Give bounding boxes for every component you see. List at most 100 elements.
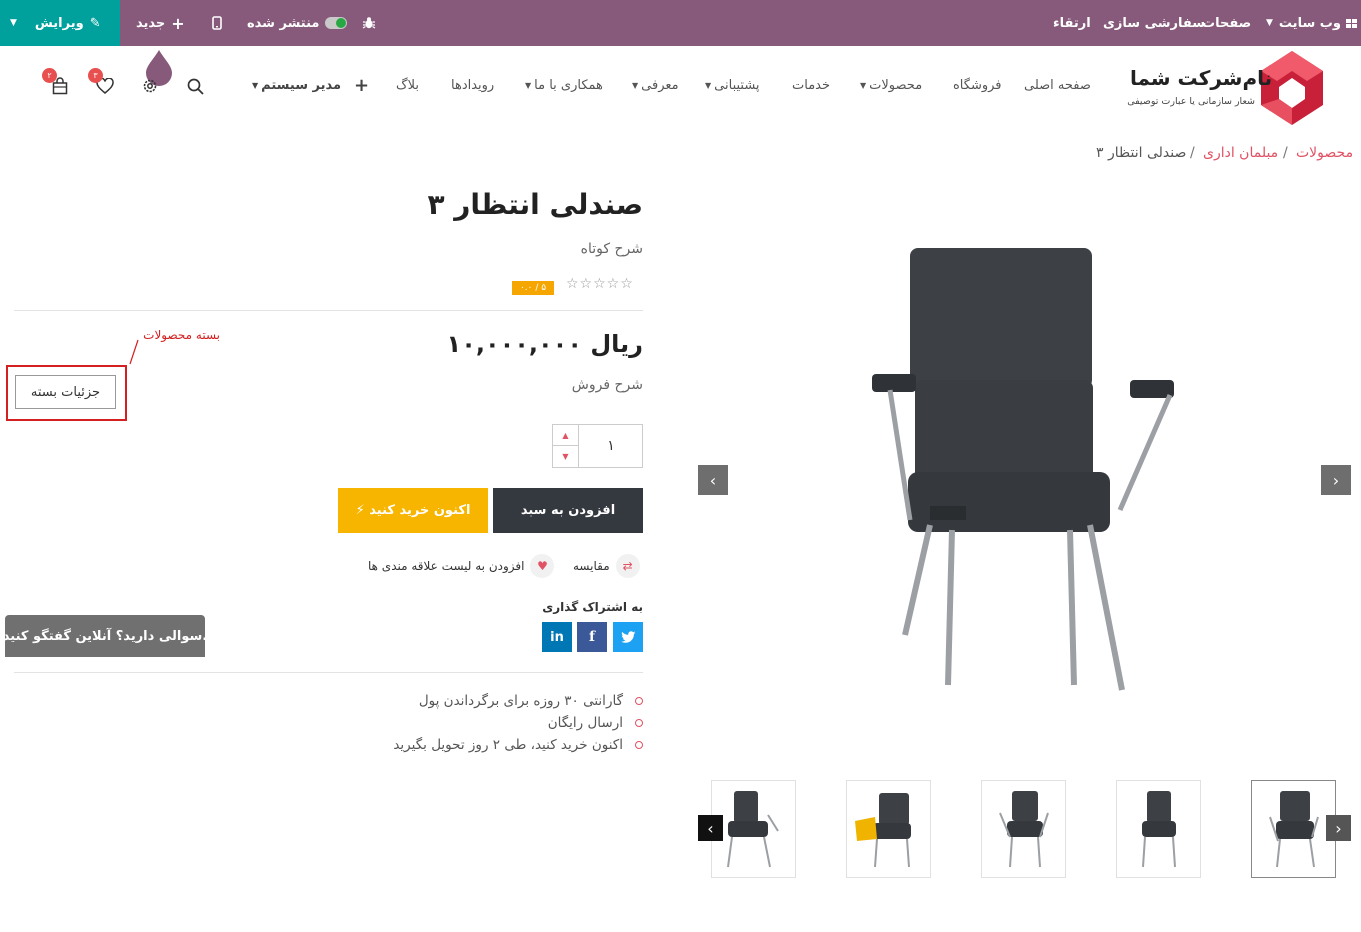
toggle-switch-icon: [325, 17, 348, 29]
caret-down-icon: ▼: [525, 80, 532, 90]
thumbnail-image: [999, 791, 1049, 868]
nav-label: بلاگ: [396, 77, 420, 93]
facebook-share-button[interactable]: f: [577, 622, 607, 652]
gallery-next-button[interactable]: ›: [1321, 465, 1351, 495]
pages-menu[interactable]: صفحات: [1202, 0, 1251, 46]
gallery-thumbnail[interactable]: [846, 780, 931, 878]
nav-label: پشتیبانی: [714, 77, 760, 93]
nav-label: صفحه اصلی: [1024, 77, 1091, 93]
add-to-wishlist-button[interactable]: افزودن به لیست علاقه مندی ها ♥: [368, 554, 555, 578]
nav-label: فروشگاه: [953, 77, 1002, 93]
nav-intro[interactable]: ▼ معرفی: [632, 74, 679, 96]
heart-icon: ♥: [530, 554, 555, 578]
buy-now-button[interactable]: ⚡ اکنون خرید کنید: [338, 488, 488, 533]
quantity-arrows: ▲ ▼: [553, 425, 579, 467]
nav-products[interactable]: ▼ محصولات: [860, 74, 922, 96]
sale-description: شرح فروش: [571, 377, 643, 393]
facebook-icon: f: [588, 629, 596, 645]
bullet-circle-icon: [635, 719, 643, 727]
nav-label: رویدادها: [451, 77, 495, 93]
nav-events[interactable]: رویدادها: [451, 74, 494, 96]
thumbnail-image: [855, 793, 911, 868]
compare-label: مقایسه: [573, 559, 610, 573]
bullet-circle-icon: [635, 741, 643, 749]
new-button[interactable]: جدید +: [136, 0, 185, 46]
nav-shop[interactable]: فروشگاه: [953, 74, 1002, 96]
wishlist-label: افزودن به لیست علاقه مندی ها: [368, 559, 525, 573]
caret-down-icon: ▼: [860, 80, 867, 90]
published-label: منتشر شده: [247, 15, 320, 31]
wishlist-button[interactable]: ۳: [88, 68, 117, 98]
debug-button[interactable]: [362, 0, 376, 46]
nav-home[interactable]: صفحه اصلی: [1024, 74, 1091, 96]
pages-label: صفحات: [1202, 15, 1252, 31]
edit-button[interactable]: ▼ ویرایش ✎: [0, 0, 120, 46]
breadcrumb-category[interactable]: مبلمان اداری: [1203, 145, 1278, 161]
thumbnail-image: [1269, 791, 1319, 868]
nav-services[interactable]: خدمات: [792, 74, 830, 96]
pencil-icon: ✎: [89, 15, 101, 31]
caret-down-icon: ▼: [1266, 18, 1273, 28]
caret-down-icon: ▼: [632, 80, 639, 90]
linkedin-icon: in: [550, 629, 564, 645]
nav-admin-user[interactable]: ▼ مدیر سیستم: [252, 74, 341, 96]
nav-cooperate[interactable]: ▼ همکاری با ما: [525, 74, 603, 96]
mobile-icon: [212, 16, 222, 30]
decrement-arrow-icon[interactable]: ▼: [553, 446, 578, 467]
nav-blog[interactable]: بلاگ: [396, 74, 419, 96]
bullet-circle-icon: [635, 697, 643, 705]
publish-toggle[interactable]: منتشر شده: [247, 0, 348, 46]
divider: [14, 672, 643, 673]
chevron-right-icon: ›: [1332, 470, 1340, 490]
new-label: جدید: [136, 15, 166, 31]
bundle-details-button[interactable]: جزئیات بسته: [15, 375, 116, 409]
thumbnails-next-button[interactable]: ›: [1326, 815, 1351, 841]
product-main-image[interactable]: [860, 240, 1190, 710]
gear-icon: [143, 79, 157, 93]
upgrade-menu[interactable]: ارتقاء: [1053, 0, 1091, 46]
nav-label: محصولات: [869, 77, 923, 93]
plus-icon: +: [171, 13, 185, 33]
rating-stars-icon[interactable]: ☆☆☆☆☆: [566, 276, 634, 292]
mobile-preview-button[interactable]: [212, 0, 222, 46]
caret-down-icon: ▼: [252, 80, 259, 90]
twitter-share-button[interactable]: [613, 622, 643, 652]
add-menu-item-button[interactable]: +: [354, 75, 369, 96]
chevron-left-icon: ‹: [707, 818, 714, 838]
chevron-left-icon: ‹: [709, 470, 717, 490]
customize-menu[interactable]: سفارشی سازی: [1103, 0, 1205, 46]
nav-label: همکاری با ما: [534, 77, 603, 93]
nav-support[interactable]: ▼ پشتیبانی: [705, 74, 760, 96]
quantity-input[interactable]: [580, 425, 642, 467]
increment-arrow-icon[interactable]: ▲: [553, 425, 578, 446]
grid-icon: [1345, 18, 1357, 28]
gallery-thumbnail[interactable]: [1251, 780, 1336, 878]
search-button[interactable]: [183, 74, 207, 98]
thumbnails-prev-button[interactable]: ‹: [698, 815, 723, 841]
nav-label: معرفی: [641, 77, 679, 93]
website-label: وب سایت: [1278, 15, 1341, 31]
edit-label: ویرایش: [34, 15, 84, 31]
upgrade-label: ارتقاء: [1053, 15, 1091, 31]
website-menu[interactable]: ▼ وب سایت: [1266, 0, 1357, 46]
list-item: گارانتی ۳۰ روزه برای برگرداندن پول: [300, 690, 643, 712]
add-to-cart-button[interactable]: افزودن به سبد: [493, 488, 643, 533]
theme-settings-button[interactable]: [138, 74, 162, 98]
list-item: اکنون خرید کنید، طی ۲ روز تحویل بگیرید: [300, 734, 643, 756]
gallery-thumbnail[interactable]: [711, 780, 796, 878]
compare-button[interactable]: مقایسه ⇄: [573, 554, 640, 578]
quantity-stepper: ▲ ▼: [552, 424, 643, 468]
logo-title[interactable]: نام‌شرکت شما: [1130, 66, 1272, 90]
live-chat-button[interactable]: سوالی دارید؟ آنلاین گفتگو کنید.: [3, 615, 207, 657]
linkedin-share-button[interactable]: in: [542, 622, 572, 652]
breadcrumb-current: صندلی انتظار ۳: [1096, 145, 1187, 161]
breadcrumb-products[interactable]: محصولات: [1296, 145, 1353, 161]
breadcrumb-separator: /: [1190, 145, 1195, 161]
gallery-thumbnail[interactable]: [1116, 780, 1201, 878]
logo-tagline: شعار سازمانی یا عبارت توصیفی: [1127, 96, 1255, 107]
gallery-prev-button[interactable]: ‹: [698, 465, 728, 495]
gallery-thumbnail[interactable]: [981, 780, 1066, 878]
cart-button[interactable]: ۲: [42, 68, 72, 98]
divider: [14, 310, 643, 311]
share-label: به اشتراک گذاری: [542, 600, 643, 614]
